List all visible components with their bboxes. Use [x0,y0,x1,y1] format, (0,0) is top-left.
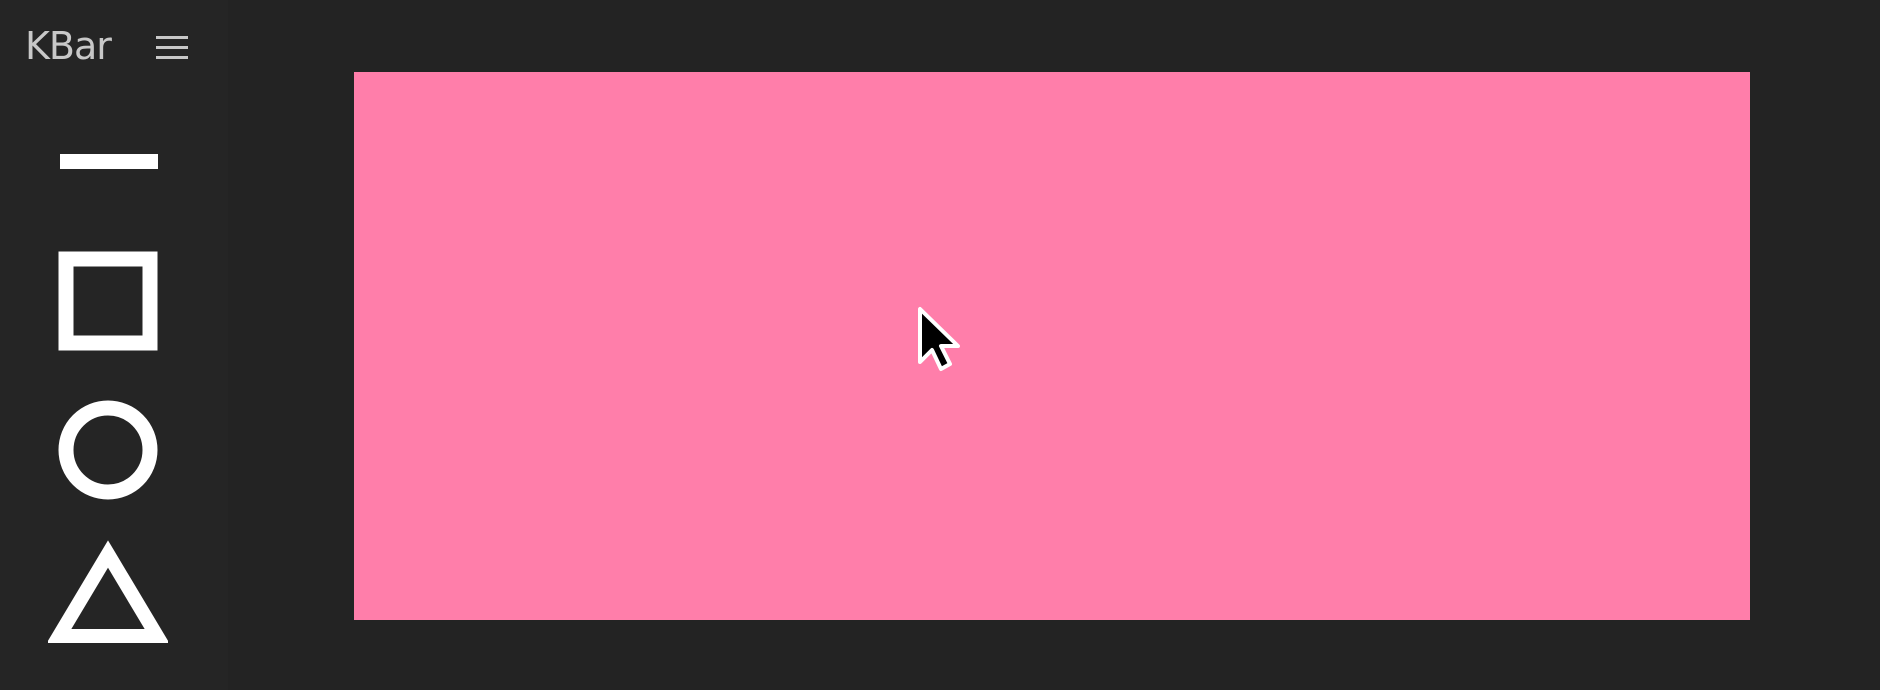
line-tool-icon [60,154,158,169]
rectangle-tool-button[interactable] [52,246,164,358]
app-window: KBar [0,0,1880,690]
menu-button[interactable] [154,32,190,64]
triangle-tool-button[interactable] [48,540,168,646]
line-tool-button[interactable] [52,146,164,178]
title-bar: KBar [0,0,228,96]
hamburger-menu-icon [156,36,188,59]
ellipse-tool-button[interactable] [52,394,164,506]
drawing-canvas[interactable] [354,72,1750,620]
arrow-pointer-icon [916,306,962,372]
triangle-tool-icon [48,540,168,643]
rectangle-tool-icon [58,251,158,351]
ellipse-tool-icon [58,400,158,500]
tool-sidebar: KBar [0,0,228,690]
app-title: KBar [25,24,112,68]
